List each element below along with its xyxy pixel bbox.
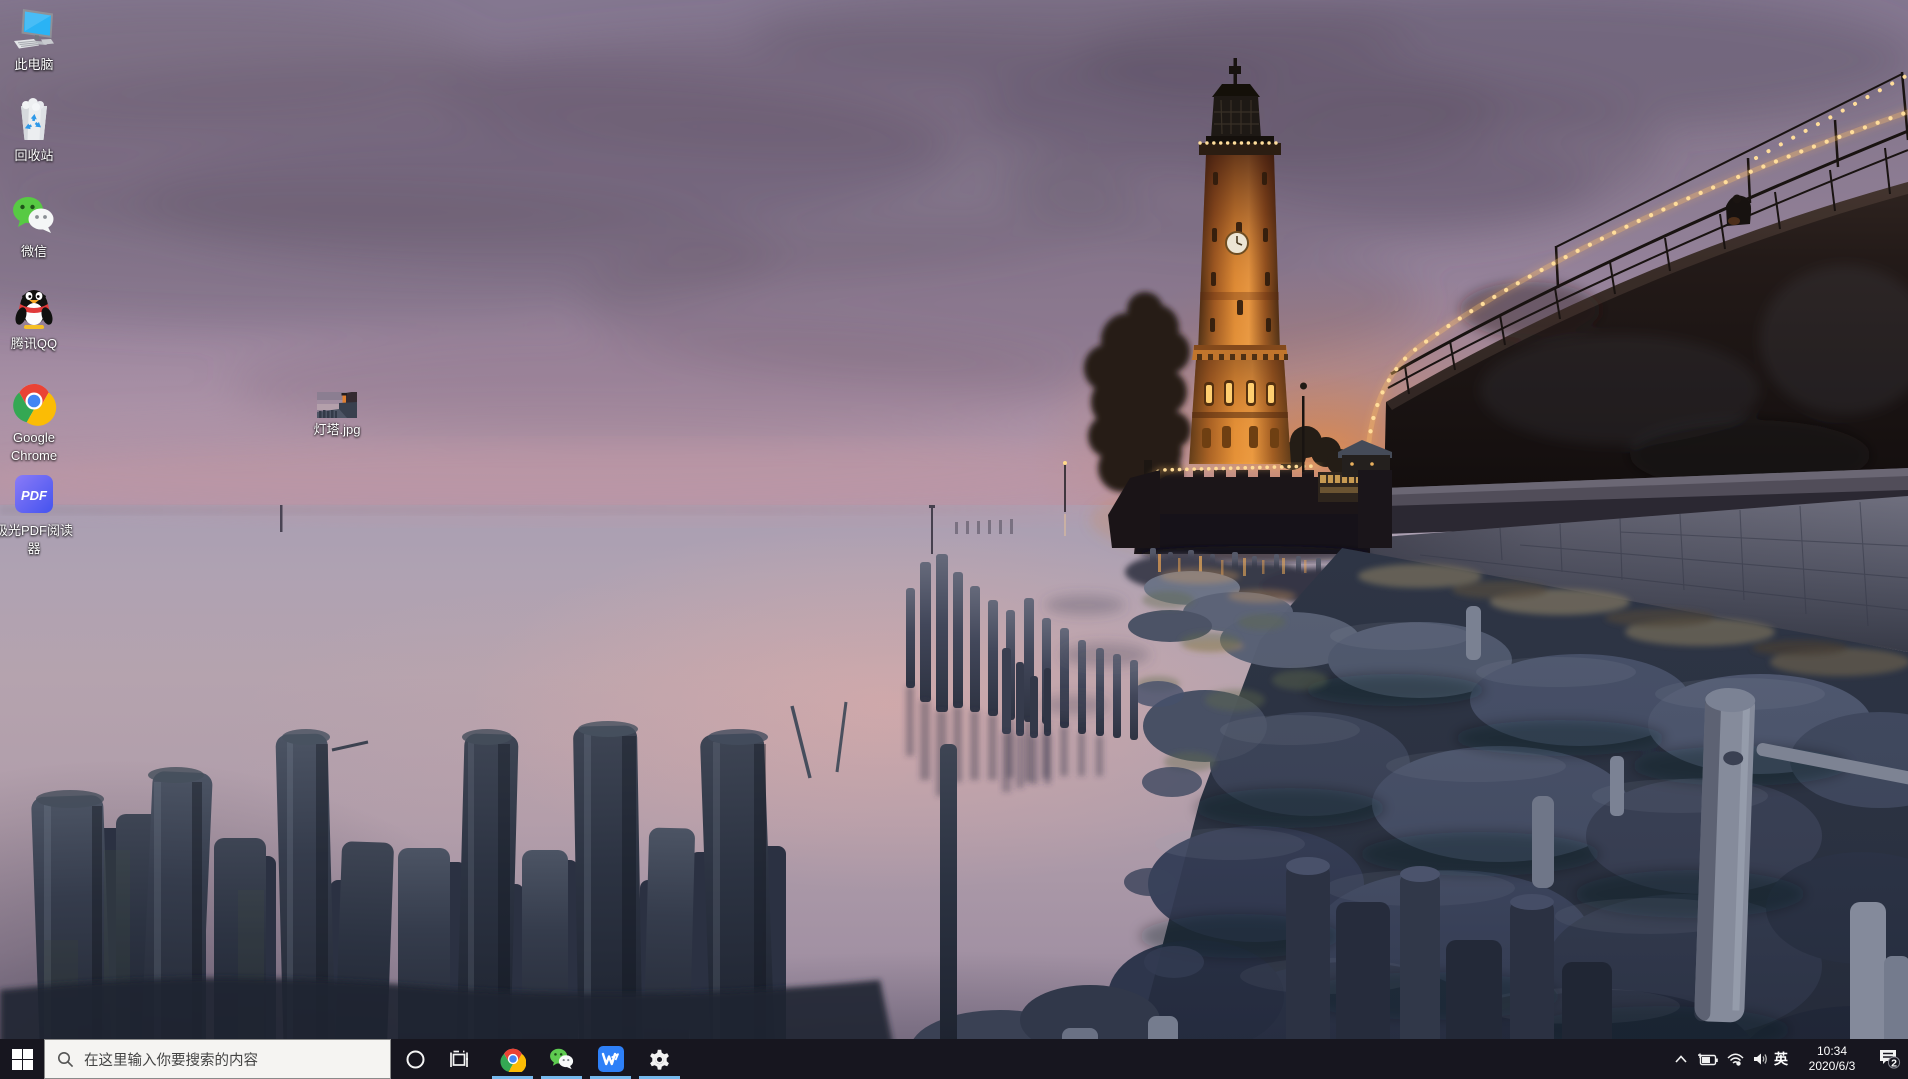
svg-text:2: 2 [1891,1058,1897,1069]
svg-text:PDF: PDF [21,488,48,503]
